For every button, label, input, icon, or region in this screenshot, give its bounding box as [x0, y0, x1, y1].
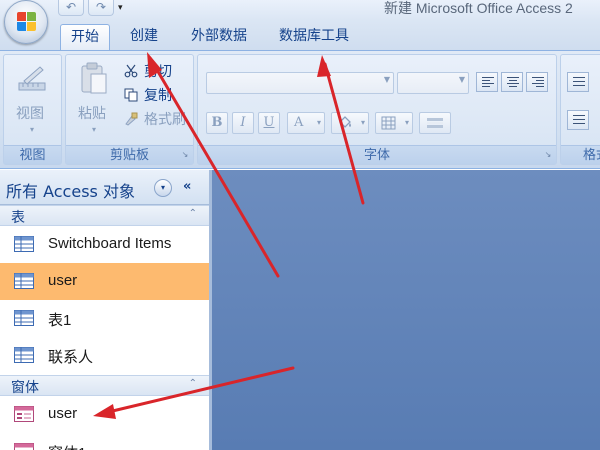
tab-database-tools[interactable]: 数据库工具 [268, 24, 360, 50]
format-painter-icon [125, 112, 138, 126]
nav-section-tables[interactable]: 表 ⌃ [0, 205, 209, 226]
nav-item-label: user [48, 405, 78, 422]
clipboard-dialog-launcher-icon[interactable]: ↘ [180, 150, 190, 160]
underline-button[interactable]: U [258, 112, 280, 134]
tab-external-data[interactable]: 外部数据 [180, 24, 258, 50]
quick-access-toolbar: ↶ ↷ ▾ [58, 0, 128, 16]
tab-create[interactable]: 创建 [120, 24, 168, 50]
ruler-pencil-icon [18, 66, 46, 91]
cut-button[interactable]: 剪切 [144, 61, 172, 81]
redo-button[interactable]: ↷ [88, 0, 114, 16]
font-group: ▼ ▼ B I U A ▾ ▾ ▾ 字体 ↘ [197, 54, 557, 165]
nav-item-label: 联系人 [48, 349, 94, 366]
scissors-icon [124, 64, 138, 78]
nav-item-table[interactable]: 联系人 [0, 337, 209, 374]
nav-pane-dropdown-icon[interactable]: ▾ [154, 179, 172, 197]
bold-button[interactable]: B [206, 112, 228, 134]
copy-button[interactable]: 复制 [144, 85, 172, 105]
form-icon [14, 406, 34, 422]
clipboard-group-label: 剪贴板 [66, 145, 193, 164]
nav-item-label: 窗体1 [48, 442, 86, 450]
office-button[interactable] [4, 0, 48, 44]
chevron-down-icon: ▼ [458, 75, 465, 84]
table-icon [14, 310, 34, 326]
clipboard-group: 粘贴 ▾ 剪切 复制 格式刷 剪贴板 ↘ [65, 54, 194, 165]
copy-icon [124, 88, 138, 102]
rich-text-group: 格式 [560, 54, 600, 165]
font-color-label: A [294, 115, 304, 130]
undo-button[interactable]: ↶ [58, 0, 84, 16]
nav-pane-collapse-icon[interactable]: « [183, 179, 191, 194]
nav-section-label: 表 [11, 210, 25, 226]
paste-icon [81, 62, 107, 94]
chevron-down-icon: ▾ [404, 118, 409, 127]
gridlines-button[interactable]: ▾ [375, 112, 413, 134]
tab-home[interactable]: 开始 [60, 24, 110, 50]
numbered-list-button[interactable] [567, 110, 589, 130]
align-center-button[interactable] [501, 72, 523, 92]
nav-item-label: user [48, 272, 78, 289]
view-dropdown-icon[interactable]: ▾ [30, 125, 34, 134]
align-right-button[interactable] [526, 72, 548, 92]
nav-section-forms[interactable]: 窗体 ⌃ [0, 375, 209, 396]
font-size-combobox[interactable]: ▼ [397, 72, 469, 94]
align-left-button[interactable] [476, 72, 498, 92]
fill-color-button[interactable]: ▾ [331, 112, 369, 134]
nav-pane-header[interactable]: 所有 Access 对象 ▾ « [0, 170, 209, 205]
view-group: 视图 ▾ 视图 [3, 54, 62, 165]
chevron-down-icon: ▾ [316, 118, 321, 127]
nav-item-label: Switchboard Items [48, 235, 172, 252]
paste-dropdown-icon[interactable]: ▾ [92, 125, 96, 134]
office-logo-icon [17, 12, 37, 32]
collapse-section-icon[interactable]: ⌃ [189, 378, 197, 389]
customize-qat-button[interactable]: ▾ [118, 1, 128, 15]
chevron-down-icon: ▾ [360, 118, 365, 127]
chevron-down-icon: ▼ [383, 75, 390, 84]
font-dialog-launcher-icon[interactable]: ↘ [543, 150, 553, 160]
font-name-combobox[interactable]: ▼ [206, 72, 394, 94]
ribbon-tab-bar: 开始 创建 外部数据 数据库工具 [0, 20, 600, 50]
table-icon [14, 347, 34, 363]
nav-section-label: 窗体 [11, 380, 39, 396]
rich-text-group-label: 格式 [561, 145, 600, 164]
nav-item-form[interactable]: 窗体1 [0, 433, 209, 450]
format-painter-button[interactable]: 格式刷 [144, 109, 186, 129]
italic-button[interactable]: I [232, 112, 254, 134]
table-icon [14, 273, 34, 289]
document-workspace [212, 170, 600, 450]
table-icon [14, 236, 34, 252]
window-title: 新建 Microsoft Office Access 2 [384, 0, 573, 16]
view-group-label: 视图 [4, 145, 61, 164]
nav-item-table[interactable]: user [0, 263, 209, 300]
list-button[interactable] [567, 72, 589, 92]
navigation-pane: 所有 Access 对象 ▾ « 表 ⌃ Switchboard Items u… [0, 170, 212, 450]
nav-pane-title[interactable]: 所有 Access 对象 [6, 178, 135, 202]
title-bar: ↶ ↷ ▾ 新建 Microsoft Office Access 2 [0, 0, 600, 20]
alternate-row-icon [427, 118, 443, 128]
form-icon [14, 443, 34, 450]
nav-item-table[interactable]: Switchboard Items [0, 226, 209, 263]
font-group-label: 字体 [198, 145, 556, 164]
paint-bucket-icon [339, 116, 351, 128]
nav-item-table[interactable]: 表1 [0, 300, 209, 337]
alternate-fill-button[interactable] [419, 112, 451, 134]
ribbon: 视图 ▾ 视图 粘贴 ▾ 剪切 复制 格式刷 剪贴板 ↘ ▼ ▼ B I U A… [0, 50, 600, 169]
font-color-button[interactable]: A ▾ [287, 112, 325, 134]
nav-item-label: 表1 [48, 312, 72, 329]
view-button-label[interactable]: 视图 [16, 103, 44, 123]
nav-item-form[interactable]: user [0, 396, 209, 433]
collapse-section-icon[interactable]: ⌃ [189, 208, 197, 219]
paste-button-label[interactable]: 粘贴 [78, 103, 106, 123]
grid-icon [381, 116, 396, 130]
